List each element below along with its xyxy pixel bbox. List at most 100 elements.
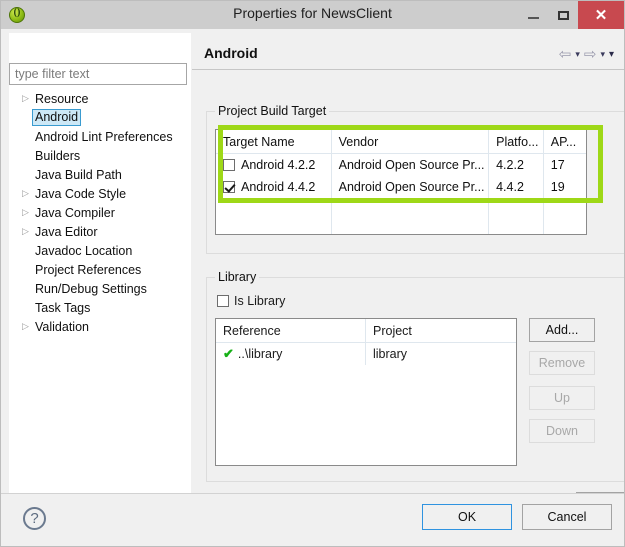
api-cell: 17 xyxy=(544,154,586,176)
group-title: Project Build Target xyxy=(215,104,329,118)
chevron-right-icon[interactable]: ▷ xyxy=(22,189,29,198)
checkbox-box[interactable] xyxy=(217,295,229,307)
api-cell: 19 xyxy=(544,176,586,198)
empty-cell xyxy=(489,198,544,220)
empty-cell xyxy=(332,220,490,235)
project-build-target-group: Project Build Target Target Name Vendor … xyxy=(206,111,625,254)
filter-input[interactable]: type filter text xyxy=(9,63,187,85)
page-navigation: ⇦ ▾ ⇨ ▾ ▾ xyxy=(559,45,614,63)
target-name-cell[interactable]: Android 4.4.2 xyxy=(216,176,332,198)
library-group: Library Is Library Reference Project ✔ .… xyxy=(206,277,625,482)
platform-cell: 4.2.2 xyxy=(489,154,544,176)
forward-arrow-icon[interactable]: ⇨ xyxy=(584,45,597,63)
sidebar-item-run-debug-settings[interactable]: Run/Debug Settings xyxy=(9,279,187,298)
sidebar-item-java-editor[interactable]: ▷ Java Editor xyxy=(9,222,187,241)
sidebar-item-android[interactable]: Android xyxy=(9,108,187,127)
is-library-checkbox[interactable]: Is Library xyxy=(217,294,285,308)
content-panel: Android ⇦ ▾ ⇨ ▾ ▾ Project Build Target T… xyxy=(192,33,624,547)
sidebar-item-label: Task Tags xyxy=(33,301,92,315)
empty-cell xyxy=(489,220,544,235)
sidebar-item-java-compiler[interactable]: ▷ Java Compiler xyxy=(9,203,187,222)
project-cell: library xyxy=(366,343,516,365)
help-icon[interactable]: ? xyxy=(23,507,46,530)
footer-buttons: OK Cancel xyxy=(422,504,612,530)
table-header-row: Reference Project xyxy=(216,319,516,343)
settings-tree[interactable]: ▷ Resource Android Android Lint Preferen… xyxy=(9,89,187,499)
table-empty-row xyxy=(216,198,586,220)
column-header-reference[interactable]: Reference xyxy=(216,319,366,342)
vendor-cell: Android Open Source Pr... xyxy=(332,176,490,198)
check-status-icon: ✔ xyxy=(223,346,234,362)
target-checkbox[interactable] xyxy=(223,181,235,193)
back-arrow-icon[interactable]: ⇦ xyxy=(559,45,572,63)
sidebar-item-label: Java Build Path xyxy=(33,168,124,182)
chevron-right-icon[interactable]: ▷ xyxy=(22,208,29,217)
sidebar-item-java-code-style[interactable]: ▷ Java Code Style xyxy=(9,184,187,203)
column-header-vendor[interactable]: Vendor xyxy=(332,130,490,153)
target-checkbox[interactable] xyxy=(223,159,235,171)
sidebar-item-label: Validation xyxy=(33,320,91,334)
sidebar-item-label: Builders xyxy=(33,149,82,163)
sidebar-item-task-tags[interactable]: Task Tags xyxy=(9,298,187,317)
title-bar: Properties for NewsClient ✕ xyxy=(1,1,624,29)
eclipse-icon xyxy=(9,7,25,23)
sidebar-item-project-references[interactable]: Project References xyxy=(9,260,187,279)
vendor-cell: Android Open Source Pr... xyxy=(332,154,490,176)
table-row[interactable]: ✔ ..\library library xyxy=(216,343,516,365)
sidebar-item-javadoc-location[interactable]: Javadoc Location xyxy=(9,241,187,260)
sidebar-item-label: Java Compiler xyxy=(33,206,117,220)
back-dropdown-icon[interactable]: ▾ xyxy=(575,49,580,60)
table-header-row: Target Name Vendor Platfo... AP... xyxy=(216,130,586,154)
empty-cell xyxy=(544,220,586,235)
page-title: Android xyxy=(204,45,258,61)
target-name-cell[interactable]: Android 4.2.2 xyxy=(216,154,332,176)
close-button[interactable]: ✕ xyxy=(578,1,624,29)
sidebar-item-builders[interactable]: Builders xyxy=(9,146,187,165)
empty-cell xyxy=(216,198,332,220)
cancel-button[interactable]: Cancel xyxy=(522,504,612,530)
is-library-label: Is Library xyxy=(234,294,285,308)
chevron-right-icon[interactable]: ▷ xyxy=(22,94,29,103)
dialog-footer: ? OK Cancel xyxy=(1,493,625,547)
sidebar-item-resource[interactable]: ▷ Resource xyxy=(9,89,187,108)
column-header-api[interactable]: AP... xyxy=(544,130,586,153)
column-header-project[interactable]: Project xyxy=(366,319,516,342)
library-action-buttons: Add... Remove Up Down xyxy=(529,318,595,452)
sidebar-item-label: Javadoc Location xyxy=(33,244,134,258)
platform-cell: 4.4.2 xyxy=(489,176,544,198)
reference-label: ..\library xyxy=(238,347,282,361)
target-name-label: Android 4.2.2 xyxy=(241,158,315,172)
ok-button[interactable]: OK xyxy=(422,504,512,530)
sidebar-item-android-lint-preferences[interactable]: Android Lint Preferences xyxy=(9,127,187,146)
library-references-table[interactable]: Reference Project ✔ ..\library library xyxy=(215,318,517,466)
add-button[interactable]: Add... xyxy=(529,318,595,342)
page-menu-icon[interactable]: ▾ xyxy=(609,49,614,60)
maximize-button[interactable] xyxy=(548,1,578,29)
column-header-target-name[interactable]: Target Name xyxy=(216,130,332,153)
chevron-right-icon[interactable]: ▷ xyxy=(22,322,29,331)
reference-cell[interactable]: ✔ ..\library xyxy=(216,343,366,365)
down-button[interactable]: Down xyxy=(529,419,595,443)
empty-cell xyxy=(544,198,586,220)
sidebar-item-label: Android xyxy=(32,109,81,126)
window-controls: ✕ xyxy=(518,1,624,29)
sidebar-item-java-build-path[interactable]: Java Build Path xyxy=(9,165,187,184)
sidebar-item-label: Resource xyxy=(33,92,91,106)
forward-dropdown-icon[interactable]: ▾ xyxy=(600,49,605,60)
properties-dialog: Properties for NewsClient ✕ type filter … xyxy=(0,0,625,547)
table-row[interactable]: Android 4.2.2 Android Open Source Pr... … xyxy=(216,154,586,176)
chevron-right-icon[interactable]: ▷ xyxy=(22,227,29,236)
target-name-label: Android 4.4.2 xyxy=(241,180,315,194)
remove-button[interactable]: Remove xyxy=(529,351,595,375)
table-empty-row xyxy=(216,220,586,235)
build-target-table[interactable]: Target Name Vendor Platfo... AP... Andro… xyxy=(215,129,587,235)
table-row[interactable]: Android 4.4.2 Android Open Source Pr... … xyxy=(216,176,586,198)
sidebar-item-validation[interactable]: ▷ Validation xyxy=(9,317,187,336)
empty-cell xyxy=(216,220,332,235)
sidebar-item-label: Java Code Style xyxy=(33,187,128,201)
minimize-button[interactable] xyxy=(518,1,548,29)
column-header-platform[interactable]: Platfo... xyxy=(489,130,544,153)
sidebar-item-label: Run/Debug Settings xyxy=(33,282,149,296)
up-button[interactable]: Up xyxy=(529,386,595,410)
sidebar-item-label: Android Lint Preferences xyxy=(33,130,175,144)
